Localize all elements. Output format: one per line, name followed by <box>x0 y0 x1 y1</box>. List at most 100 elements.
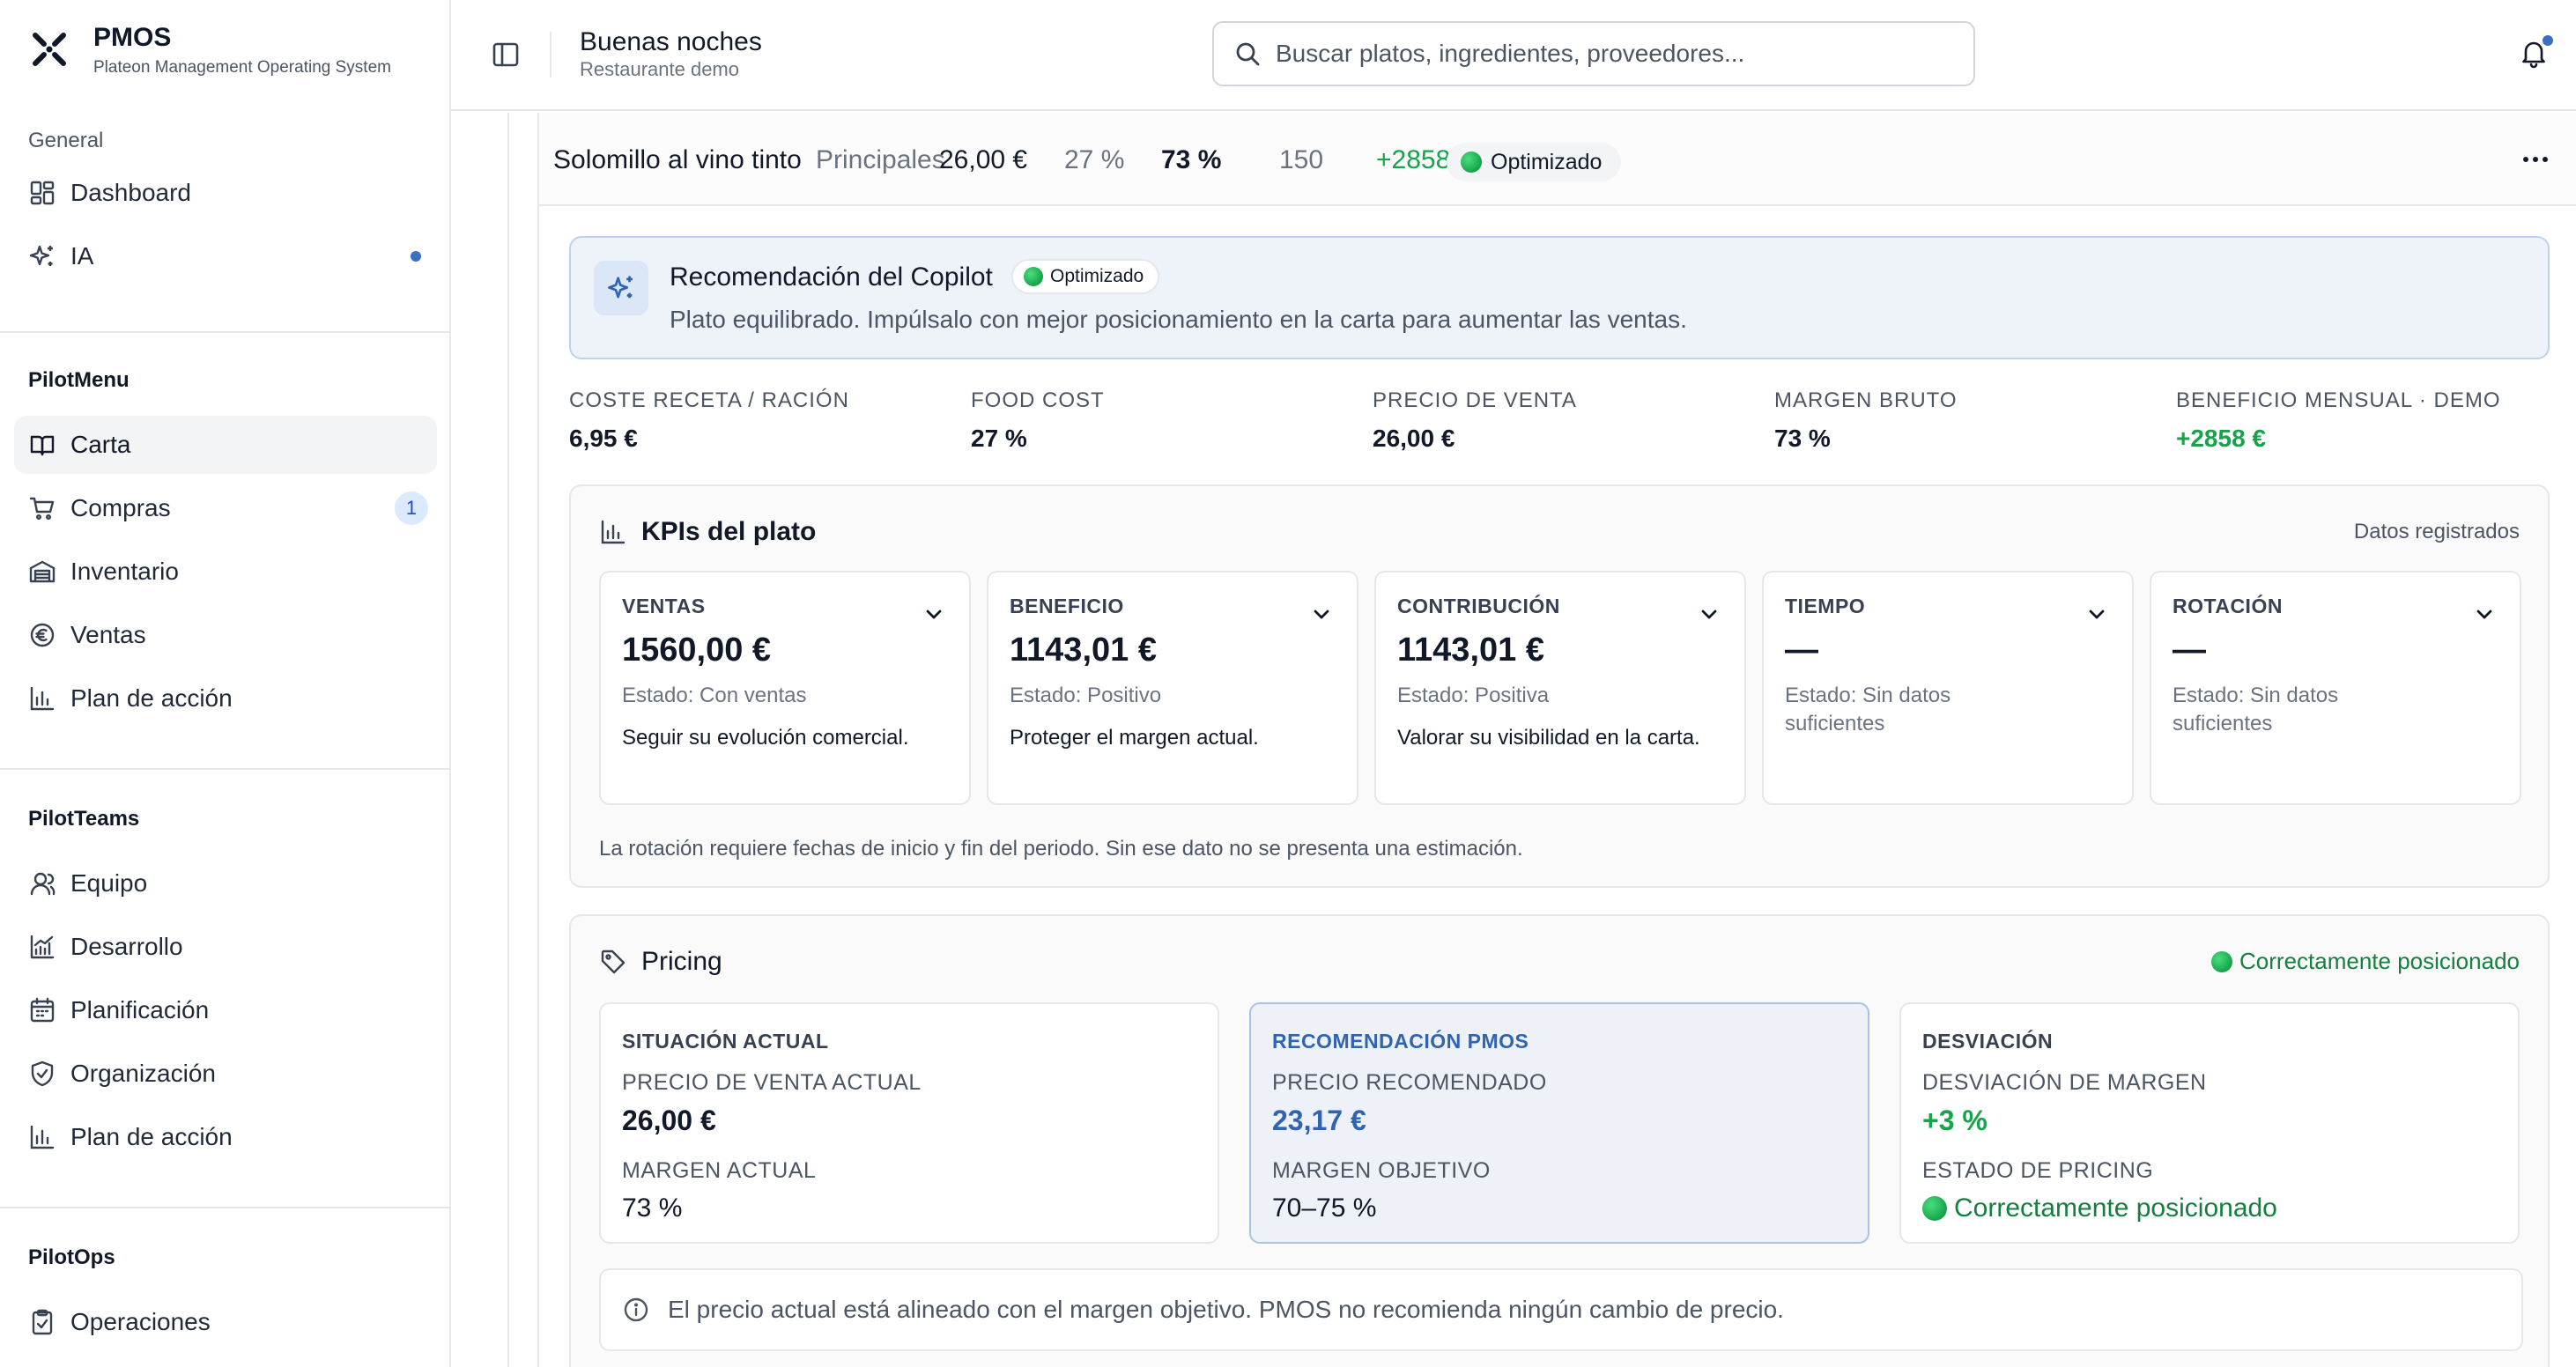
header-separator <box>550 32 551 78</box>
sidebar-item-dashboard[interactable]: Dashboard <box>14 164 437 222</box>
sidebar-item-desarrollo[interactable]: Desarrollo <box>14 918 437 976</box>
kpi-state: Estado: Con ventas <box>622 684 807 707</box>
status-badge: Optimizado <box>1447 143 1622 181</box>
top-header: Buenas noches Restaurante demo <box>451 0 2576 111</box>
status-dot-icon <box>2211 950 2233 972</box>
nav-section-general: General Dashboard IA <box>0 123 449 285</box>
kpi-state: Estado: Sin datos suficientes <box>2173 684 2339 735</box>
notification-dot <box>2543 35 2553 46</box>
pricing-card-deviation: DESVIACIÓN DESVIACIÓN DE MARGEN +3 % EST… <box>1899 1002 2520 1244</box>
sidebar-item-inventario[interactable]: Inventario <box>14 543 437 601</box>
chevron-down-icon[interactable] <box>2472 602 2497 627</box>
sidebar-item-carta[interactable]: Carta <box>14 416 437 474</box>
chevron-down-icon[interactable] <box>2084 602 2109 627</box>
kpi-value: 1143,01 € <box>1397 632 1544 669</box>
pricing-value: +3 % <box>1922 1105 1988 1136</box>
metric-label: FOOD COST <box>971 388 1105 412</box>
kpi-card-ventas[interactable]: VENTAS 1560,00 € Estado: Con ventas Segu… <box>599 571 971 805</box>
pricing-value: Correctamente posicionado <box>1954 1193 2277 1223</box>
pricing-card-title: RECOMENDACIÓN PMOS <box>1272 1030 1529 1053</box>
sidebar-item-plan-de-accion-teams[interactable]: Plan de acción <box>14 1108 437 1166</box>
metric-monthly-benefit: BENEFICIO MENSUAL · DEMO +2858 € <box>2176 388 2500 454</box>
metric-value: 26,00 € <box>1373 425 1455 452</box>
sidebar-item-label: Carta <box>70 431 131 458</box>
search-input[interactable] <box>1276 40 1963 68</box>
metric-value: 6,95 € <box>569 425 638 452</box>
cart-icon <box>29 497 55 521</box>
search-box[interactable] <box>1212 21 1975 86</box>
pricing-label: MARGEN ACTUAL <box>622 1158 817 1183</box>
calendar-icon <box>30 997 55 1023</box>
kpi-card-rotacion[interactable]: ROTACIÓN — Estado: Sin datos suficientes <box>2150 571 2521 805</box>
sidebar-item-label: Compras <box>70 494 171 521</box>
kpi-card-tiempo[interactable]: TIEMPO — Estado: Sin datos suficientes <box>1762 571 2134 805</box>
sidebar-item-operaciones[interactable]: Operaciones <box>14 1293 437 1351</box>
chevron-down-icon[interactable] <box>1309 602 1334 627</box>
pricing-label: MARGEN OBJETIVO <box>1272 1158 1491 1183</box>
euro-icon <box>30 623 55 647</box>
kpi-card-contribucion[interactable]: CONTRIBUCIÓN 1143,01 € Estado: Positiva … <box>1374 571 1746 805</box>
chevron-down-icon[interactable] <box>922 602 946 627</box>
metric-label: MARGEN BRUTO <box>1774 388 1958 412</box>
table-row[interactable]: Solomillo al vino tinto Principales 26,0… <box>539 113 2576 206</box>
status-dot-icon <box>1024 267 1043 286</box>
panel-title: KPIs del plato <box>641 517 817 546</box>
info-icon <box>624 1297 648 1322</box>
sidebar-item-label: IA <box>70 242 94 270</box>
growth-chart-icon <box>30 935 55 959</box>
sidebar-item-ventas[interactable]: Ventas <box>14 606 437 664</box>
pricing-value: 73 % <box>622 1193 683 1223</box>
kpi-panel: KPIs del plato Datos registrados VENTAS … <box>569 484 2550 888</box>
pricing-card-recommendation: RECOMENDACIÓN PMOS PRECIO RECOMENDADO 23… <box>1249 1002 1869 1244</box>
shield-icon <box>31 1060 54 1087</box>
kpi-card-beneficio[interactable]: BENEFICIO 1143,01 € Estado: Positivo Pro… <box>987 571 1358 805</box>
metric-food-cost: FOOD COST 27 % <box>971 388 1105 454</box>
sidebar-toggle-icon[interactable] <box>490 39 522 70</box>
copilot-title: Recomendación del Copilot <box>670 262 993 292</box>
dish-detail: Solomillo al vino tinto Principales 26,0… <box>537 113 2576 1367</box>
user-icon <box>30 872 56 896</box>
sidebar-item-label: Plan de acción <box>70 684 233 712</box>
sidebar-item-equipo[interactable]: Equipo <box>14 854 437 913</box>
kpi-state: Estado: Positiva <box>1397 684 1550 707</box>
sidebar-item-compras[interactable]: Compras 1 <box>14 479 437 537</box>
metric-label: COSTE RECETA / RACIÓN <box>569 388 849 412</box>
sidebar-item-organizacion[interactable]: Organización <box>14 1045 437 1103</box>
main-content: Solomillo al vino tinto Principales 26,0… <box>451 113 2576 1367</box>
kpi-label: CONTRIBUCIÓN <box>1397 595 1560 617</box>
book-icon <box>30 435 55 456</box>
brand[interactable]: PMOS Plateon Management Operating System <box>28 23 391 79</box>
sidebar-item-ia[interactable]: IA <box>14 227 437 285</box>
sidebar-item-label: Plan de acción <box>70 1123 233 1150</box>
pmos-logo-icon <box>33 33 66 66</box>
dish-margin: 73 % <box>1161 145 1222 174</box>
sidebar-item-label: Dashboard <box>70 179 191 206</box>
brand-subtitle: Plateon Management Operating System <box>93 58 391 77</box>
dish-category: Principales <box>816 145 945 174</box>
pricing-status: Correctamente posicionado <box>2211 948 2520 975</box>
sparkles-icon <box>29 245 53 266</box>
kpi-note: Seguir su evolución comercial. <box>622 726 909 750</box>
metric-value: 73 % <box>1774 425 1831 452</box>
warehouse-icon <box>29 560 56 583</box>
pricing-value: 26,00 € <box>622 1105 716 1136</box>
pricing-info-text: El precio actual está alineado con el ma… <box>668 1296 1784 1323</box>
chevron-down-icon[interactable] <box>1697 602 1721 627</box>
pricing-info: El precio actual está alineado con el ma… <box>599 1268 2523 1351</box>
dish-units: 150 <box>1279 145 1324 174</box>
more-options-icon[interactable] <box>2520 146 2551 173</box>
sparkles-icon <box>608 276 633 299</box>
kpi-footnote: La rotación requiere fechas de inicio y … <box>599 837 1523 861</box>
status-dot-icon <box>1461 151 1482 173</box>
sidebar-item-planificacion[interactable]: Planificación <box>14 981 437 1039</box>
sidebar-item-label: Desarrollo <box>70 933 183 960</box>
sidebar-item-plan-de-accion[interactable]: Plan de acción <box>14 669 437 728</box>
notification-dot <box>411 251 421 262</box>
sidebar-divider <box>0 331 449 333</box>
nav-section-title: PilotMenu <box>28 368 130 392</box>
sidebar-item-label: Equipo <box>70 869 148 897</box>
pricing-value: 23,17 € <box>1272 1105 1366 1136</box>
status-label: Optimizado <box>1491 149 1603 174</box>
pricing-card-title: DESVIACIÓN <box>1922 1030 2054 1053</box>
nav-section-pilotmenu: PilotMenu Carta Compras 1 Inventario Ven… <box>0 363 449 728</box>
